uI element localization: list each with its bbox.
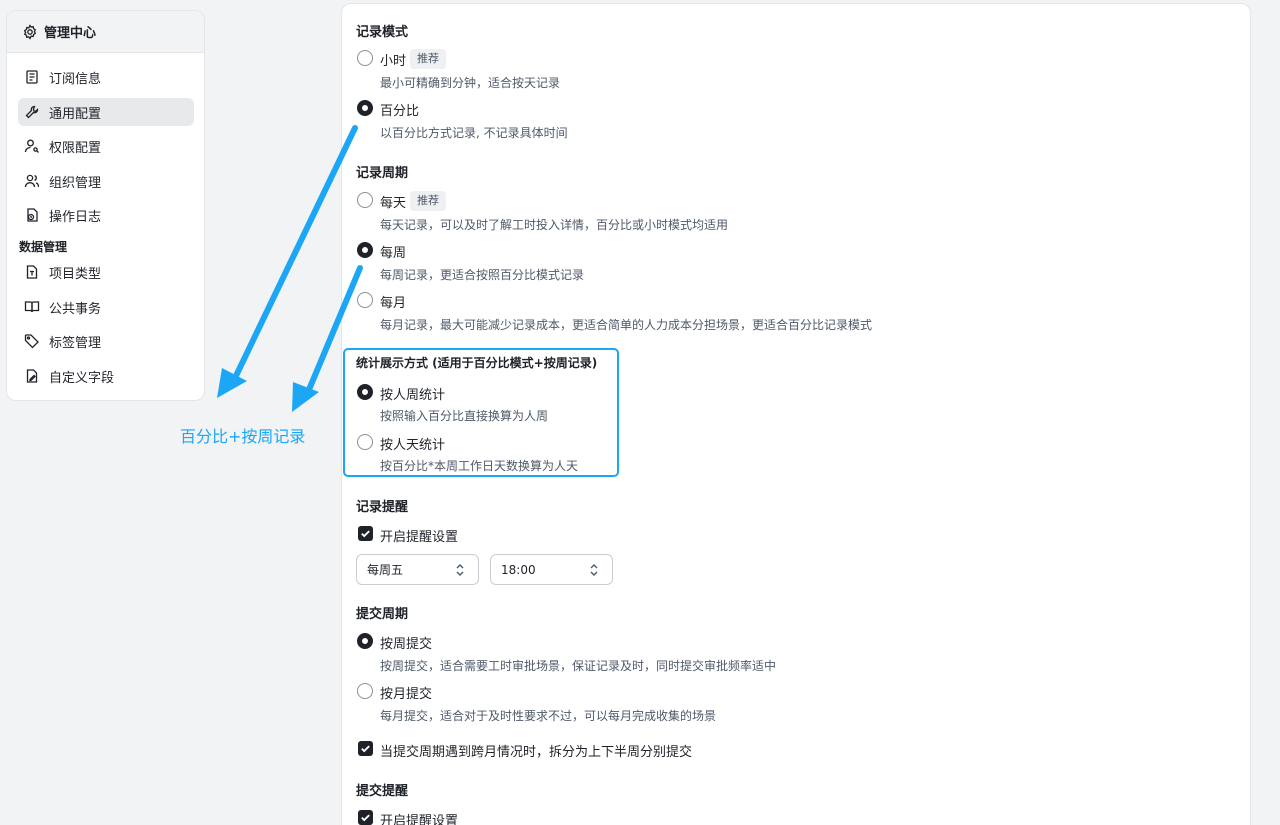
radio-submit-monthly[interactable] <box>357 683 373 699</box>
radio-percentage-label: 百分比 <box>380 104 420 119</box>
radio-weekly-desc: 每周记录，更适合按照百分比模式记录 <box>380 268 585 282</box>
radio-person-day-label: 按人天统计 <box>380 438 446 453</box>
book-icon <box>24 299 40 315</box>
sidebar-item-subscription[interactable]: 订阅信息 <box>18 63 194 91</box>
split-week-checkbox[interactable] <box>358 741 373 756</box>
radio-person-week-desc: 按照输入百分比直接换算为人周 <box>380 409 549 423</box>
radio-monthly-label: 每月 <box>380 296 407 311</box>
reminder-day-value: 每周五 <box>367 563 404 577</box>
sidebar-item-tag-management[interactable]: 标签管理 <box>18 327 194 355</box>
reminder-time-select[interactable]: 18:00 <box>490 554 613 585</box>
sidebar-item-label: 组织管理 <box>49 175 102 191</box>
radio-hour[interactable] <box>357 50 373 66</box>
project-type-icon <box>24 264 40 280</box>
sidebar-item-label: 自定义字段 <box>49 370 115 386</box>
annotation-arrow-line <box>231 125 358 383</box>
recommend-badge: 推荐 <box>410 191 446 211</box>
annotation-arrow-head <box>292 382 319 412</box>
sidebar: 管理中心 订阅信息 通用配置 权限配置 组织管理 操作日志 数据管理 项目类型 … <box>6 10 205 401</box>
custom-field-icon <box>24 368 40 384</box>
sidebar-item-custom-field[interactable]: 自定义字段 <box>18 362 194 390</box>
reminder-time-value: 18:00 <box>501 562 536 577</box>
sidebar-item-general-config[interactable]: 通用配置 <box>18 98 194 126</box>
sidebar-section-data: 数据管理 <box>19 240 68 254</box>
radio-daily[interactable] <box>357 192 373 208</box>
gear-icon <box>22 23 38 40</box>
sidebar-title: 管理中心 <box>44 26 97 41</box>
annotation-arrow-head <box>217 368 247 398</box>
sidebar-item-label: 权限配置 <box>49 140 102 156</box>
radio-monthly-desc: 每月记录，最大可能减少记录成本，更适合简单的人力成本分担场景，更适合百分比记录模… <box>380 318 873 332</box>
radio-percentage-desc: 以百分比方式记录, 不记录具体时间 <box>380 126 568 140</box>
stat-display-title: 统计展示方式 (适用于百分比模式+按周记录) <box>356 356 598 370</box>
annotation-text: 百分比+按周记录 <box>180 427 306 446</box>
radio-submit-weekly-label: 按周提交 <box>380 637 433 652</box>
reminder-day-select[interactable]: 每周五 <box>356 554 479 585</box>
sidebar-item-label: 通用配置 <box>49 106 102 122</box>
sidebar-item-permission[interactable]: 权限配置 <box>18 132 194 160</box>
users-icon <box>24 173 40 189</box>
radio-submit-weekly-desc: 按周提交，适合需要工时审批场景，保证记录及时，同时提交审批频率适中 <box>380 659 777 673</box>
user-key-icon <box>24 138 40 154</box>
record-reminder-checkbox[interactable] <box>358 526 373 541</box>
sidebar-item-label: 项目类型 <box>49 266 102 282</box>
sidebar-item-label: 操作日志 <box>49 209 102 225</box>
log-icon <box>24 207 40 223</box>
sidebar-item-project-type[interactable]: 项目类型 <box>18 258 194 286</box>
split-week-checkbox-label: 当提交周期遇到跨月情况时，拆分为上下半周分别提交 <box>380 745 693 760</box>
radio-percentage[interactable] <box>357 100 373 116</box>
tag-icon <box>24 333 40 349</box>
recommend-badge: 推荐 <box>410 49 446 69</box>
radio-hour-desc: 最小可精确到分钟，适合按天记录 <box>380 76 561 90</box>
radio-person-day[interactable] <box>357 434 373 450</box>
submit-reminder-title: 提交提醒 <box>356 784 409 799</box>
radio-person-week[interactable] <box>357 384 373 400</box>
submit-reminder-checkbox[interactable] <box>358 810 373 825</box>
sidebar-item-public-affairs[interactable]: 公共事务 <box>18 293 194 321</box>
record-reminder-title: 记录提醒 <box>356 500 409 515</box>
settings-panel: 记录模式 小时 推荐 最小可精确到分钟，适合按天记录 百分比 以百分比方式记录,… <box>341 3 1251 825</box>
radio-daily-label: 每天 <box>380 196 407 211</box>
record-cycle-title: 记录周期 <box>356 166 409 181</box>
radio-submit-monthly-label: 按月提交 <box>380 687 433 702</box>
radio-person-week-label: 按人周统计 <box>380 388 446 403</box>
sidebar-item-operation-log[interactable]: 操作日志 <box>18 201 194 229</box>
radio-monthly[interactable] <box>357 292 373 308</box>
chevron-updown-icon <box>452 562 468 578</box>
submit-reminder-checkbox-label: 开启提醒设置 <box>380 814 459 825</box>
radio-submit-weekly[interactable] <box>357 633 373 649</box>
wrench-icon <box>24 104 40 120</box>
radio-submit-monthly-desc: 每月提交，适合对于及时性要求不过，可以每月完成收集的场景 <box>380 709 717 723</box>
radio-person-day-desc: 按百分比*本周工作日天数换算为人天 <box>380 459 579 473</box>
sidebar-header: 管理中心 <box>7 11 204 53</box>
chevron-updown-icon <box>586 562 602 578</box>
record-mode-title: 记录模式 <box>356 25 409 40</box>
radio-weekly-label: 每周 <box>380 246 407 261</box>
radio-daily-desc: 每天记录，可以及时了解工时投入详情，百分比或小时模式均适用 <box>380 218 729 232</box>
sidebar-item-label: 公共事务 <box>49 301 102 317</box>
radio-weekly[interactable] <box>357 242 373 258</box>
sidebar-item-label: 标签管理 <box>49 335 102 351</box>
submit-cycle-title: 提交周期 <box>356 607 409 622</box>
subscription-icon <box>24 69 40 85</box>
sidebar-item-label: 订阅信息 <box>49 71 102 87</box>
sidebar-item-organization[interactable]: 组织管理 <box>18 167 194 195</box>
record-reminder-checkbox-label: 开启提醒设置 <box>380 530 459 545</box>
radio-hour-label: 小时 <box>380 54 407 69</box>
